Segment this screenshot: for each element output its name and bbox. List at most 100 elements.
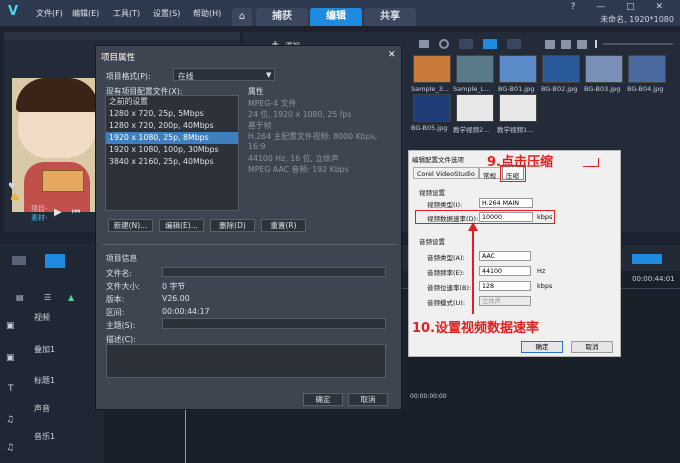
folder-icon[interactable] <box>419 40 429 48</box>
filter-video-icon[interactable] <box>483 39 497 49</box>
filter-media-icon[interactable] <box>459 39 473 49</box>
play-icon[interactable]: ▶ <box>54 207 62 218</box>
window-controls[interactable]: ? — □ ✕ <box>571 2 672 12</box>
close-icon[interactable]: ✕ <box>388 50 396 60</box>
track-manager-icon[interactable]: ▤ <box>16 293 24 302</box>
menu-edit[interactable]: 编辑(E) <box>72 8 99 19</box>
library-thumbnail[interactable] <box>585 55 623 83</box>
library-thumbnail[interactable] <box>413 94 451 122</box>
edit-button[interactable]: 编辑(E)... <box>159 219 204 232</box>
sample-rate-select[interactable]: 44100 <box>479 266 531 276</box>
library-item-label[interactable]: BG-B02.jpg <box>541 85 577 93</box>
zoom-slider[interactable] <box>603 43 673 45</box>
cancel-button[interactable]: 取消 <box>348 393 388 406</box>
menu-file[interactable]: 文件(F) <box>36 8 63 19</box>
tab-capture[interactable]: 捕获 <box>256 8 308 26</box>
filesize-label: 文件大小: <box>106 282 140 291</box>
tab-corel-videostudio[interactable]: Corel VideoStudio <box>413 167 479 179</box>
library-thumbnail[interactable] <box>456 94 494 122</box>
library-item-label[interactable]: BG-B03.jpg <box>584 85 620 93</box>
home-tab[interactable]: ⌂ <box>232 8 252 26</box>
preset-list[interactable]: 之前的设置 1280 x 720, 25p, 5Mbps 1280 x 720,… <box>105 95 239 211</box>
video-type-select[interactable]: H.264 MAIN <box>479 198 533 208</box>
app-logo: V <box>8 4 19 19</box>
thumbnail-image[interactable] <box>500 95 536 121</box>
thumbnail-image[interactable] <box>586 56 622 82</box>
tab-edit[interactable]: 编辑 <box>310 8 362 26</box>
ok-button[interactable]: 确定 <box>303 393 343 406</box>
title-track-icon: T <box>8 384 14 394</box>
thumbnail-image[interactable] <box>500 56 536 82</box>
menu-help[interactable]: 帮助(H) <box>193 8 221 19</box>
heart-icon: ♥ <box>8 182 17 192</box>
thumbnail-image[interactable] <box>629 56 665 82</box>
preset-item[interactable]: 3840 x 2160, 25p, 40Mbps <box>106 156 238 168</box>
description-input[interactable] <box>106 344 386 378</box>
menu-settings[interactable]: 设置(S) <box>153 8 180 19</box>
library-item-label[interactable]: 教学视频1... <box>497 124 533 134</box>
thumbnail-image[interactable] <box>543 56 579 82</box>
preset-item-selected[interactable]: 1920 x 1080, 25p, 8Mbps <box>106 132 238 144</box>
video-track-icon: ▣ <box>6 321 15 331</box>
library-item-label[interactable]: Sample_L... <box>453 85 490 93</box>
track-name[interactable]: 标题1 <box>34 375 55 386</box>
chapter-icon[interactable]: ☰ <box>44 293 51 302</box>
timeline-view-icon[interactable] <box>45 254 65 268</box>
filter-audio-icon[interactable] <box>507 39 521 49</box>
preset-item[interactable]: 之前的设置 <box>106 96 238 108</box>
library-thumbnail[interactable] <box>413 55 451 83</box>
library-thumbnail[interactable] <box>499 55 537 83</box>
new-button[interactable]: 新建(N)... <box>108 219 153 232</box>
sort-icon[interactable] <box>545 40 555 49</box>
cancel-button[interactable]: 取消 <box>571 341 613 353</box>
subject-label: 主题(S): <box>106 321 136 330</box>
ok-button[interactable]: 确定 <box>521 341 563 353</box>
info-label: 项目信息 <box>106 254 138 263</box>
tab-share[interactable]: 共享 <box>364 8 416 26</box>
thumbnail-image[interactable] <box>414 56 450 82</box>
previous-frame-icon[interactable]: ⏮ <box>72 207 80 217</box>
thumbnail-image[interactable] <box>457 95 493 121</box>
track-name[interactable]: 视频 <box>34 312 50 323</box>
track-name[interactable]: 叠加1 <box>34 344 55 355</box>
bitrate-input[interactable]: 10000 <box>479 212 533 222</box>
trim-marker-icon[interactable]: ⏏ <box>10 192 19 203</box>
audio-type-select[interactable]: AAC <box>479 251 531 261</box>
timeline-zoom-button[interactable] <box>632 254 662 264</box>
tab-label: 常规 <box>483 172 496 180</box>
library-item-label[interactable]: BG-B04.jpg <box>627 85 663 93</box>
filename-field <box>162 267 386 277</box>
menu-tools[interactable]: 工具(T) <box>113 8 140 19</box>
library-thumbnail[interactable] <box>628 55 666 83</box>
ripple-icon[interactable]: ▲ <box>68 293 74 302</box>
subject-input[interactable] <box>162 318 386 329</box>
preset-item[interactable]: 1920 x 1080, 100p, 30Mbps <box>106 144 238 156</box>
thumbnail-image[interactable] <box>414 95 450 121</box>
storyboard-view-icon[interactable] <box>12 256 26 265</box>
delete-button[interactable]: 删除(D) <box>210 219 255 232</box>
annotation-line <box>598 158 599 166</box>
library-thumbnail[interactable] <box>499 94 537 122</box>
camera-icon[interactable] <box>439 39 449 49</box>
thumbnail-image[interactable] <box>457 56 493 82</box>
library-thumbnail[interactable] <box>456 55 494 83</box>
list-view-icon[interactable] <box>577 40 587 49</box>
track-name[interactable]: 音乐1 <box>34 431 55 442</box>
library-item-label[interactable]: BG-B01.jpg <box>498 85 534 93</box>
library-item-label[interactable]: BG-B05.jpg <box>411 124 447 132</box>
preset-item[interactable]: 1280 x 720, 25p, 5Mbps <box>106 108 238 120</box>
library-thumbnail[interactable] <box>542 55 580 83</box>
material-label[interactable]: 素材- <box>31 213 48 223</box>
library-item-label[interactable]: Sample_3... <box>411 85 449 93</box>
format-select[interactable]: 在线 ▼ <box>173 68 275 81</box>
audio-bitrate-select[interactable]: 128 <box>479 281 531 291</box>
track-name[interactable]: 声音 <box>34 403 50 414</box>
property-line: H.264 主配置文件视频: 8000 Kbps, <box>248 132 378 141</box>
reset-button[interactable]: 重置(R) <box>261 219 306 232</box>
property-line: 16:9 <box>248 142 266 151</box>
library-item-label[interactable]: 教学视频2... <box>453 124 489 134</box>
dialog-header: 项目属性 ✕ <box>96 46 401 66</box>
grid-view-icon[interactable] <box>561 40 571 49</box>
dialog-title: 项目属性 <box>101 53 136 63</box>
preset-item[interactable]: 1280 x 720, 200p, 40Mbps <box>106 120 238 132</box>
